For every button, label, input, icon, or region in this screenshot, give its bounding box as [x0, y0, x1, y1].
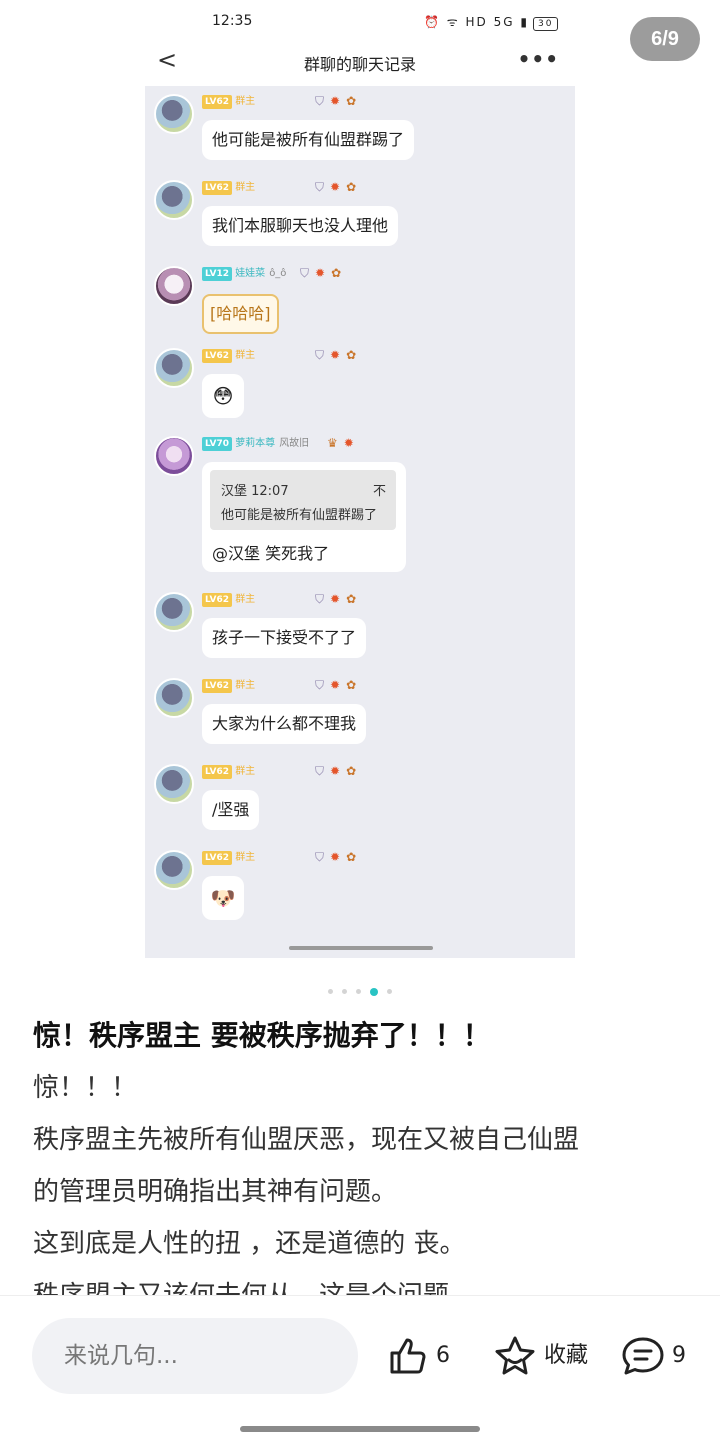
emoji-message: 🐶: [202, 876, 244, 920]
medal-icons: ⛉✹✿: [315, 764, 363, 778]
screenshot-navbar: < 群聊的聊天记录 •••: [145, 46, 575, 76]
quote-author: 汉堡 12:07: [221, 484, 289, 499]
avatar: [154, 678, 194, 718]
medal-icons: ⛉✹✿: [300, 266, 348, 280]
favorite-label: 收藏: [544, 1343, 589, 1368]
sender-meta: LV62 群主: [202, 765, 255, 779]
medal-icons: ⛉✹✿: [315, 850, 363, 864]
status-time: 12:35: [212, 13, 253, 29]
sender-meta: LV62 群主: [202, 679, 255, 693]
quote-box: 汉堡 12:07 不 他可能是被所有仙盟群踢了: [210, 470, 396, 530]
sender-role: 群主: [235, 350, 256, 361]
message-text: 大家为什么都不理我: [202, 704, 367, 744]
quote-text: 他可能是被所有仙盟群踢了: [221, 508, 378, 523]
like-count: 6: [436, 1343, 450, 1368]
pager-dot: [328, 989, 333, 994]
screenshot-home-indicator: [289, 946, 433, 950]
sender-meta: LV62 群主: [202, 349, 255, 363]
comment-icon: [622, 1337, 664, 1375]
more-icon: •••: [517, 47, 559, 71]
sender-meta: LV70 萝莉本尊 风故旧: [202, 437, 309, 451]
quoted-reply: 汉堡 12:07 不 他可能是被所有仙盟群踢了 @汉堡 笑死我了: [202, 462, 406, 572]
sender-meta: LV62 群主: [202, 851, 255, 865]
avatar: [154, 436, 194, 476]
star-icon: [495, 1336, 535, 1375]
sender-nickname: 萝莉本尊: [235, 438, 276, 449]
reply-text: @汉堡 笑死我了: [212, 544, 330, 563]
sticker-message: [哈哈哈]: [202, 294, 279, 334]
sender-meta: LV62 群主: [202, 95, 255, 109]
emoji-message: 😳: [202, 374, 244, 418]
comment-count: 9: [672, 1343, 686, 1368]
sender-meta: LV62 群主: [202, 181, 255, 195]
medal-icons: ⛉✹✿: [315, 678, 363, 692]
comment-button[interactable]: 9: [620, 1334, 686, 1378]
pager-dot: [356, 989, 361, 994]
bottom-action-bar: 来说几句... 6 收藏 9: [0, 1295, 720, 1445]
sender-role: 群主: [235, 852, 256, 863]
post-title: 惊！秩序盟主 要被秩序抛弃了！！！: [33, 1019, 491, 1052]
medal-icons: ⛉✹✿: [315, 180, 363, 194]
chat-record: LV62 群主 ⛉✹✿ 他可能是被所有仙盟群踢了 LV62 群主 ⛉✹✿ 我们本…: [145, 86, 575, 958]
avatar: [154, 94, 194, 134]
avatar: [154, 180, 194, 220]
avatar: [154, 592, 194, 632]
medal-icons: ♛✹: [327, 436, 360, 450]
medal-icons: ⛉✹✿: [315, 348, 363, 362]
level-badge: LV62: [202, 349, 232, 363]
sender-meta: LV12 娃娃菜 ô_ô: [202, 267, 286, 281]
post-line: 惊！！！: [33, 1073, 138, 1103]
post-line: 秩序盟主先被所有仙盟厌恶，现在又被自己仙盟: [33, 1125, 580, 1155]
level-badge: LV62: [202, 593, 232, 607]
post-content: 惊！！！ 秩序盟主先被所有仙盟厌恶，现在又被自己仙盟 的管理员明确指出其神有问题…: [33, 1062, 693, 1300]
screenshot-title: 群聊的聊天记录: [303, 55, 416, 74]
post-line: 的管理员明确指出其神有问题。: [33, 1177, 398, 1207]
pager-dot: [387, 989, 392, 994]
level-badge: LV62: [202, 851, 232, 865]
favorite-button[interactable]: 收藏: [492, 1334, 588, 1378]
pager-dot-active: [370, 987, 378, 996]
level-badge: LV70: [202, 437, 232, 451]
message-text: 孩子一下接受不了了: [202, 618, 367, 658]
sender-role: 群主: [235, 680, 256, 691]
avatar: [154, 348, 194, 388]
pager-dots: [328, 981, 401, 996]
sender-title: 风故旧: [279, 438, 310, 449]
avatar: [154, 850, 194, 890]
message-text: /坚强: [202, 790, 260, 830]
comment-input[interactable]: 来说几句...: [32, 1318, 358, 1394]
message-text: 他可能是被所有仙盟群踢了: [202, 120, 415, 160]
medal-icons: ⛉✹✿: [315, 94, 363, 108]
thumbs-up-icon: [390, 1338, 426, 1374]
message-text: 我们本服聊天也没人理他: [202, 206, 399, 246]
level-badge: LV62: [202, 765, 232, 779]
sender-title: ô_ô: [269, 268, 287, 279]
sender-role: 群主: [235, 182, 256, 193]
level-badge: LV62: [202, 181, 232, 195]
avatar: [154, 266, 194, 306]
medal-icons: ⛉✹✿: [315, 592, 363, 606]
like-button[interactable]: 6: [386, 1334, 450, 1378]
post-line: 这到底是人性的扭 ，还是道德的 丧。: [33, 1229, 466, 1259]
home-indicator: [240, 1426, 480, 1432]
pager-dot: [342, 989, 347, 994]
battery-icon: 30: [532, 17, 559, 31]
sender-role: 群主: [235, 766, 256, 777]
sender-role: 群主: [235, 594, 256, 605]
post-image[interactable]: 12:35 ⏰ ᯤ HD 5G ▮ 30 6/9 < 群聊的聊天记录 ••• LV…: [0, 0, 720, 996]
avatar: [154, 764, 194, 804]
sender-role: 群主: [235, 96, 256, 107]
level-badge: LV62: [202, 679, 232, 693]
quote-tag: 不: [372, 484, 386, 499]
sender-nickname: 娃娃菜: [235, 268, 266, 279]
level-badge: LV12: [202, 267, 232, 281]
level-badge: LV62: [202, 95, 232, 109]
status-icons: ⏰ ᯤ HD 5G ▮ 30: [424, 13, 559, 31]
image-counter: 6/9: [630, 17, 700, 61]
status-bar: 12:35 ⏰ ᯤ HD 5G ▮ 30: [0, 10, 720, 36]
signal-icons: ⏰ ᯤ HD 5G ▮: [424, 15, 529, 29]
sender-meta: LV62 群主: [202, 593, 255, 607]
post-body: 惊！秩序盟主 要被秩序抛弃了！！！ 惊！！！ 秩序盟主先被所有仙盟厌恶，现在又被…: [33, 1010, 693, 1300]
